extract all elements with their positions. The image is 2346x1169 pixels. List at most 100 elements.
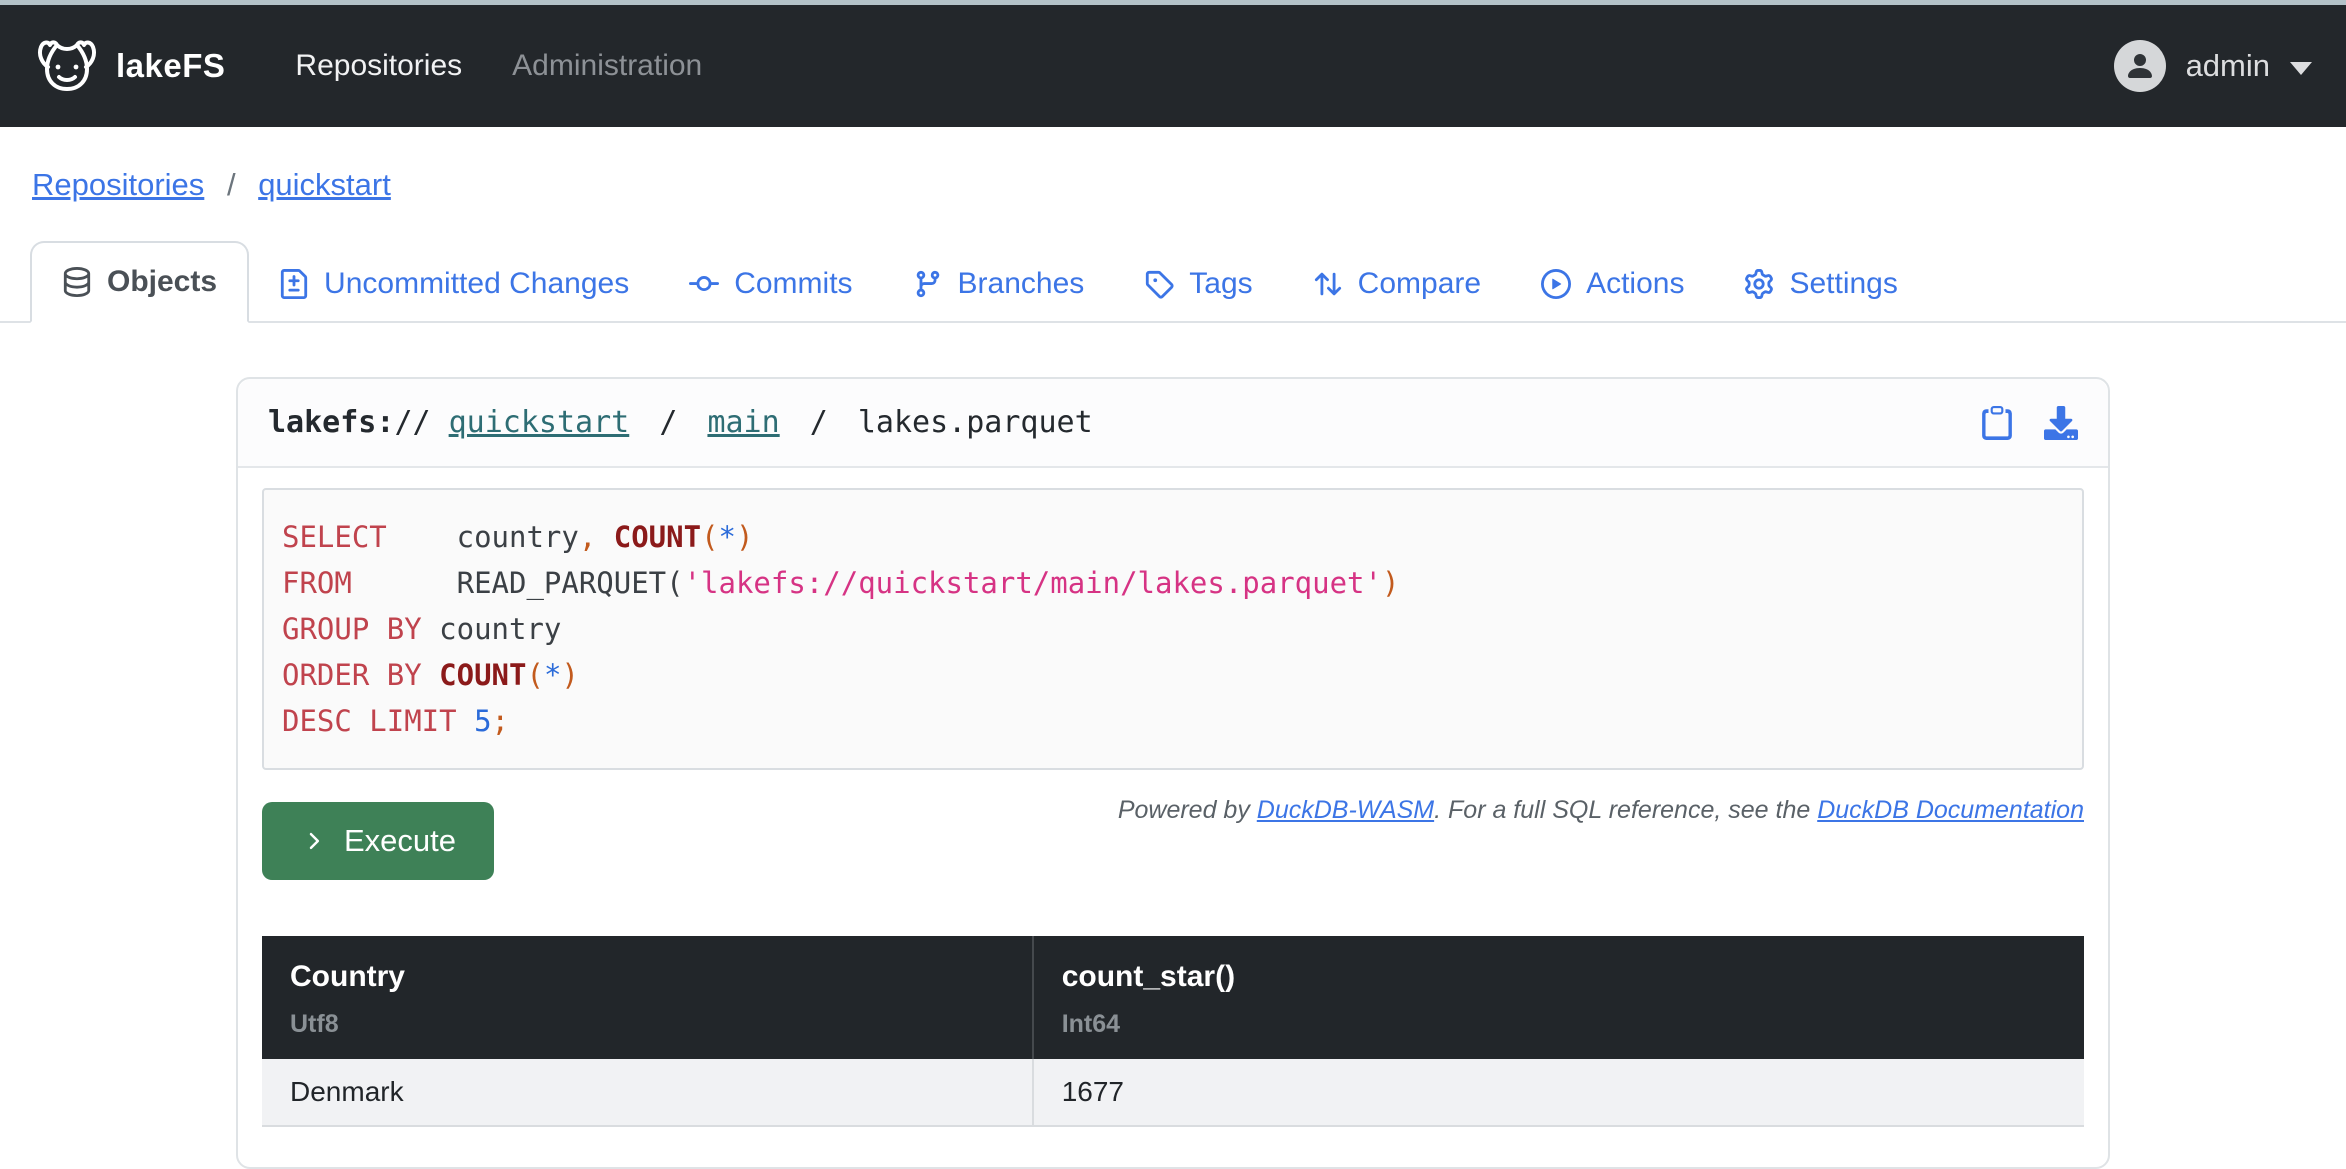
sql-token: 5	[474, 704, 491, 738]
tab-label: Actions	[1586, 267, 1684, 301]
breadcrumb-repositories[interactable]: Repositories	[32, 167, 204, 202]
download-icon	[2044, 406, 2078, 440]
sql-token	[596, 520, 613, 554]
sql-line: ORDER BY COUNT(*)	[282, 652, 2064, 698]
object-actions	[1980, 406, 2078, 440]
sql-token	[422, 658, 439, 692]
path-scheme: lakefs:	[268, 405, 394, 440]
tab-label: Uncommitted Changes	[324, 267, 629, 301]
tab-label: Branches	[958, 267, 1085, 301]
query-results-table: CountryUtf8count_star()Int64 Denmark1677	[262, 936, 2084, 1127]
tab-label: Settings	[1789, 267, 1897, 301]
sql-editor[interactable]: SELECT country, COUNT(*)FROM READ_PARQUE…	[262, 488, 2084, 770]
object-viewer-body: SELECT country, COUNT(*)FROM READ_PARQUE…	[238, 468, 2108, 1167]
user-menu[interactable]: admin	[2114, 40, 2312, 92]
sql-token: ORDER BY	[282, 658, 422, 692]
sql-token: *	[719, 520, 736, 554]
object-path-header: lakefs:// quickstart / main / lakes.parq…	[238, 379, 2108, 468]
download-button[interactable]	[2044, 406, 2078, 440]
tab-branches[interactable]: Branches	[883, 245, 1115, 323]
tab-label: Compare	[1358, 267, 1481, 301]
sql-token: 'lakefs://quickstart/main/lakes.parquet'	[684, 566, 1382, 600]
execute-button[interactable]: Execute	[262, 802, 494, 880]
database-icon	[62, 267, 92, 297]
sql-line: FROM READ_PARQUET('lakefs://quickstart/m…	[282, 560, 2064, 606]
sql-token: (	[701, 520, 718, 554]
results-header: CountryUtf8count_star()Int64	[262, 936, 2084, 1059]
path-separator: /	[659, 405, 677, 440]
copy-icon	[1980, 406, 2014, 440]
chevron-right-icon	[300, 828, 326, 854]
path-scheme-slashes: //	[394, 405, 430, 440]
path-branch-link[interactable]: main	[707, 405, 779, 440]
tab-objects[interactable]: Objects	[30, 241, 249, 323]
breadcrumb: Repositories / quickstart	[0, 127, 2346, 203]
sql-token: COUNT	[614, 520, 701, 554]
tab-label: Commits	[734, 267, 852, 301]
tab-label: Tags	[1189, 267, 1252, 301]
table-row: Denmark1677	[262, 1059, 2084, 1126]
tab-uncommitted-changes[interactable]: Uncommitted Changes	[249, 245, 659, 323]
tab-tags[interactable]: Tags	[1114, 245, 1282, 323]
sql-line: SELECT country, COUNT(*)	[282, 514, 2064, 560]
navbar-links: Repositories Administration	[295, 49, 702, 83]
execute-label: Execute	[344, 823, 456, 859]
sql-token: (	[666, 566, 683, 600]
git-commit-icon	[689, 269, 719, 299]
copy-path-button[interactable]	[1980, 406, 2014, 440]
sql-token: READ_PARQUET	[457, 566, 667, 600]
column-header-count-star: count_star() Int64	[1033, 936, 2084, 1059]
sql-token	[387, 520, 457, 554]
repo-tab-bar: Objects Uncommitted Changes Commits Branche…	[0, 241, 2346, 323]
sql-token	[457, 704, 474, 738]
gear-icon	[1744, 269, 1774, 299]
navbar-link-administration[interactable]: Administration	[512, 49, 702, 83]
top-navbar: lakeFS Repositories Administration admin	[0, 5, 2346, 127]
sql-token: country	[457, 520, 579, 554]
brand-title[interactable]: lakeFS	[116, 47, 225, 85]
tab-actions[interactable]: Actions	[1511, 245, 1714, 323]
column-type: Int64	[1062, 1010, 2056, 1039]
sql-token: DESC LIMIT	[282, 704, 457, 738]
tab-commits[interactable]: Commits	[659, 245, 882, 323]
avatar	[2114, 40, 2166, 92]
sql-token: FROM	[282, 566, 352, 600]
play-circle-icon	[1541, 269, 1571, 299]
breadcrumb-quickstart[interactable]: quickstart	[258, 167, 391, 202]
powered-by-note: Powered by DuckDB-WASM. For a full SQL r…	[1118, 786, 2084, 825]
tag-icon	[1144, 269, 1174, 299]
sql-token: )	[1382, 566, 1399, 600]
sql-token: GROUP BY	[282, 612, 422, 646]
sql-token: COUNT	[439, 658, 526, 692]
sql-token: country	[439, 612, 561, 646]
column-name: count_star()	[1062, 960, 2056, 994]
path-separator: /	[810, 405, 828, 440]
navbar-link-repositories[interactable]: Repositories	[295, 49, 462, 83]
sql-token	[352, 566, 457, 600]
duckdb-docs-link[interactable]: DuckDB Documentation	[1817, 796, 2084, 824]
person-icon	[2124, 50, 2156, 82]
sql-token: )	[561, 658, 578, 692]
sql-line: GROUP BY country	[282, 606, 2064, 652]
breadcrumb-separator: /	[227, 167, 236, 202]
sql-token: *	[544, 658, 561, 692]
duckdb-wasm-link[interactable]: DuckDB-WASM	[1257, 796, 1434, 824]
tab-compare[interactable]: Compare	[1283, 245, 1511, 323]
file-diff-icon	[279, 269, 309, 299]
powered-by-prefix: Powered by	[1118, 796, 1257, 824]
path-repo-link[interactable]: quickstart	[449, 405, 630, 440]
tab-settings[interactable]: Settings	[1714, 245, 1927, 323]
chevron-down-icon	[2290, 62, 2312, 75]
table-cell: Denmark	[262, 1059, 1033, 1126]
sql-line: DESC LIMIT 5;	[282, 698, 2064, 744]
results-header-row: CountryUtf8count_star()Int64	[262, 936, 2084, 1059]
tab-label: Objects	[107, 265, 217, 299]
sql-token: ;	[492, 704, 509, 738]
results-body: Denmark1677	[262, 1059, 2084, 1126]
column-name: Country	[290, 960, 1004, 994]
lakefs-logo-icon	[34, 37, 100, 95]
powered-by-middle: . For a full SQL reference, see the	[1434, 796, 1817, 824]
sql-token: )	[736, 520, 753, 554]
user-name: admin	[2186, 48, 2270, 84]
execute-row: Execute Powered by DuckDB-WASM. For a fu…	[262, 786, 2084, 880]
